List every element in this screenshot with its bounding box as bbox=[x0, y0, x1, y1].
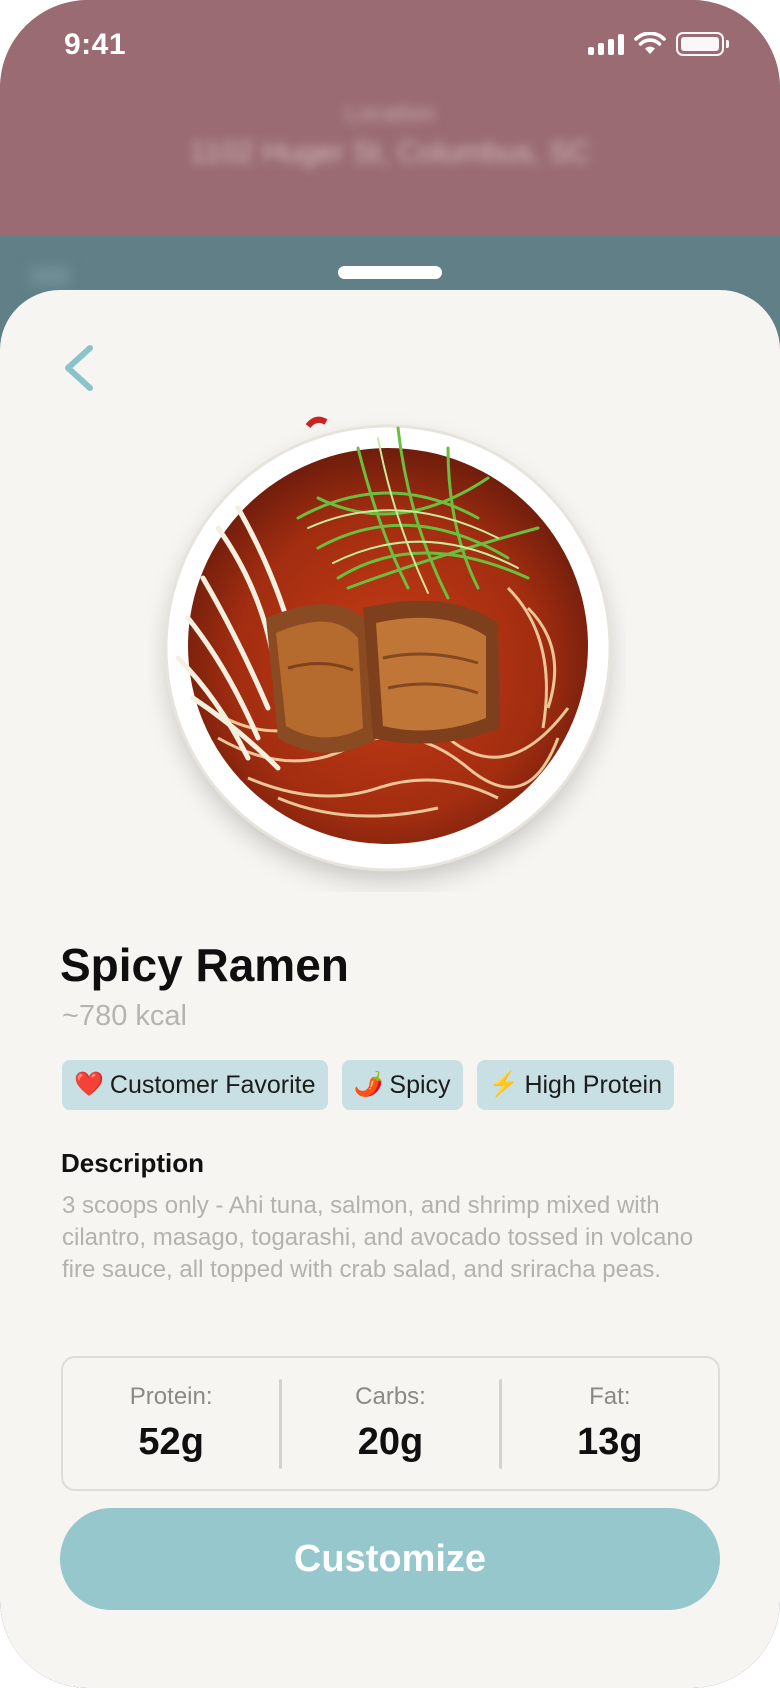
status-icons bbox=[588, 32, 729, 56]
heart-icon: ❤️ bbox=[74, 1071, 104, 1098]
macro-protein: Protein: 52g bbox=[63, 1383, 279, 1464]
macro-value: 20g bbox=[357, 1421, 424, 1463]
dish-calories: ~780 kcal bbox=[62, 1000, 187, 1032]
macro-carbs: Carbs: 20g bbox=[282, 1383, 498, 1464]
tag-customer-favorite: ❤️ Customer Favorite bbox=[62, 1060, 328, 1110]
battery-icon bbox=[676, 32, 729, 56]
tag-spicy: 🌶️ Spicy bbox=[341, 1060, 463, 1110]
location-label: Location bbox=[344, 100, 436, 127]
macro-label: Protein: bbox=[129, 1383, 213, 1410]
wifi-icon bbox=[634, 32, 666, 54]
back-chevron-icon[interactable] bbox=[54, 340, 110, 396]
phone-screen: 9:41 Location 1102 Huger St, Columbus, S… bbox=[0, 0, 780, 1688]
macro-label: Carbs: bbox=[355, 1383, 426, 1410]
sheet-grabber-handle[interactable] bbox=[338, 266, 442, 279]
location-value: 1102 Huger St, Columbus, SC bbox=[189, 136, 591, 169]
tag-high-protein: ⚡ High Protein bbox=[476, 1060, 675, 1110]
status-bar: 9:41 bbox=[0, 0, 780, 92]
macro-value: 13g bbox=[577, 1421, 643, 1463]
tag-label: Spicy bbox=[389, 1070, 451, 1099]
lightning-icon: ⚡ bbox=[488, 1071, 519, 1098]
description-heading: Description bbox=[61, 1148, 205, 1178]
location-selector: Location 1102 Huger St, Columbus, SC bbox=[0, 100, 780, 170]
ramen-bowl-photo bbox=[164, 416, 612, 872]
description-text: 3 scoops only - Ahi tuna, salmon, and sh… bbox=[62, 1192, 694, 1283]
chili-pepper-icon: 🌶️ bbox=[353, 1071, 384, 1098]
tag-label: Customer Favorite bbox=[109, 1070, 316, 1099]
status-time: 9:41 bbox=[64, 28, 127, 61]
tag-label: High Protein bbox=[524, 1070, 663, 1099]
dish-title: Spicy Ramen bbox=[60, 939, 349, 991]
dish-tags: ❤️ Customer Favorite 🌶️ Spicy ⚡ High Pro… bbox=[62, 1060, 675, 1110]
customize-button[interactable]: Customize bbox=[60, 1508, 720, 1610]
macro-value: 52g bbox=[138, 1421, 204, 1463]
macros-panel: Protein: 52g Carbs: 20g Fat: 13g bbox=[61, 1356, 720, 1491]
macro-label: Fat: bbox=[589, 1383, 631, 1410]
macro-fat: Fat: 13g bbox=[502, 1383, 718, 1464]
cellular-signal-icon bbox=[588, 33, 624, 55]
